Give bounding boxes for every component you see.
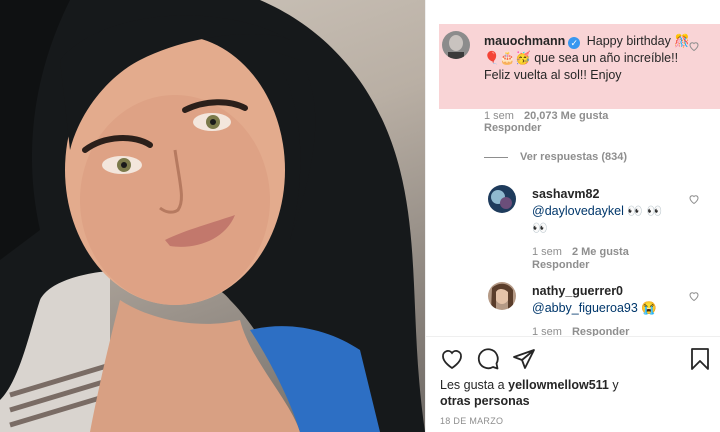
reply-1-time: 1 sem	[532, 246, 562, 258]
reply-2-emoji: 😭	[641, 301, 657, 315]
comments-panel: mauochmann ✓ Happy birthday 🎊🎈🎂🥳 que sea …	[425, 0, 720, 432]
comment-time: 1 sem	[484, 110, 514, 122]
reply-2-time: 1 sem	[532, 326, 562, 336]
reply-2-mention[interactable]: @abby_figueroa93	[532, 301, 638, 315]
comment-text-part1: Happy birthday	[586, 34, 671, 48]
view-replies-label: Ver respuestas (834)	[520, 151, 628, 163]
reply-2-username[interactable]: nathy_guerrer0	[532, 284, 623, 298]
comment-likes[interactable]: 20,073 Me gusta	[524, 110, 608, 122]
comment-username[interactable]: mauochmann	[484, 34, 565, 48]
post-actions-bar: Les gusta a yellowmellow511 y otras pers…	[426, 336, 720, 432]
reply-1-mention[interactable]: @daylovedaykel	[532, 204, 624, 218]
share-icon[interactable]	[512, 347, 536, 371]
comment-like-heart-icon[interactable]	[688, 40, 700, 52]
avatar-sashavm82[interactable]	[488, 185, 516, 213]
reply-1-reply-button[interactable]: Responder	[532, 259, 589, 272]
comment-icon[interactable]	[476, 347, 500, 371]
reply-2: nathy_guerrer0 @abby_figueroa93 😭	[532, 283, 682, 317]
liked-by: Les gusta a yellowmellow511 y otras pers…	[440, 377, 619, 409]
post-date[interactable]: 18 DE MARZO	[440, 416, 503, 426]
reply-1: sashavm82 @daylovedaykel 👀 👀 👀	[532, 186, 667, 237]
verified-badge-icon: ✓	[568, 37, 581, 49]
comment-main: mauochmann ✓ Happy birthday 🎊🎈🎂🥳 que sea …	[484, 33, 702, 84]
view-replies[interactable]: Ver respuestas (834)	[484, 151, 627, 163]
reply-1-meta: 1 sem 2 Me gusta	[532, 246, 639, 259]
selfie-illustration	[0, 0, 425, 432]
replies-divider	[484, 156, 508, 158]
liked-by-user[interactable]: yellowmellow511	[508, 378, 609, 392]
reply-1-username[interactable]: sashavm82	[532, 187, 599, 201]
bookmark-icon[interactable]	[688, 347, 712, 371]
post-photo[interactable]	[0, 0, 425, 432]
liked-by-suffix: y	[612, 378, 619, 392]
reply-1-likes[interactable]: 2 Me gusta	[572, 246, 629, 258]
avatar-mauochmann[interactable]	[442, 31, 470, 59]
avatar-nathy-guerrer0[interactable]	[488, 282, 516, 310]
reply-2-reply-button[interactable]: Responder	[572, 326, 629, 336]
reply-2-heart-icon[interactable]	[688, 290, 700, 302]
liked-by-prefix: Les gusta a	[440, 378, 505, 392]
comment-reply-button[interactable]: Responder	[484, 122, 541, 135]
reply-2-meta-clipped: 1 sem Responder	[426, 322, 720, 336]
liked-by-others[interactable]: otras personas	[440, 394, 530, 408]
heart-icon[interactable]	[440, 347, 464, 371]
reply-1-heart-icon[interactable]	[688, 193, 700, 205]
